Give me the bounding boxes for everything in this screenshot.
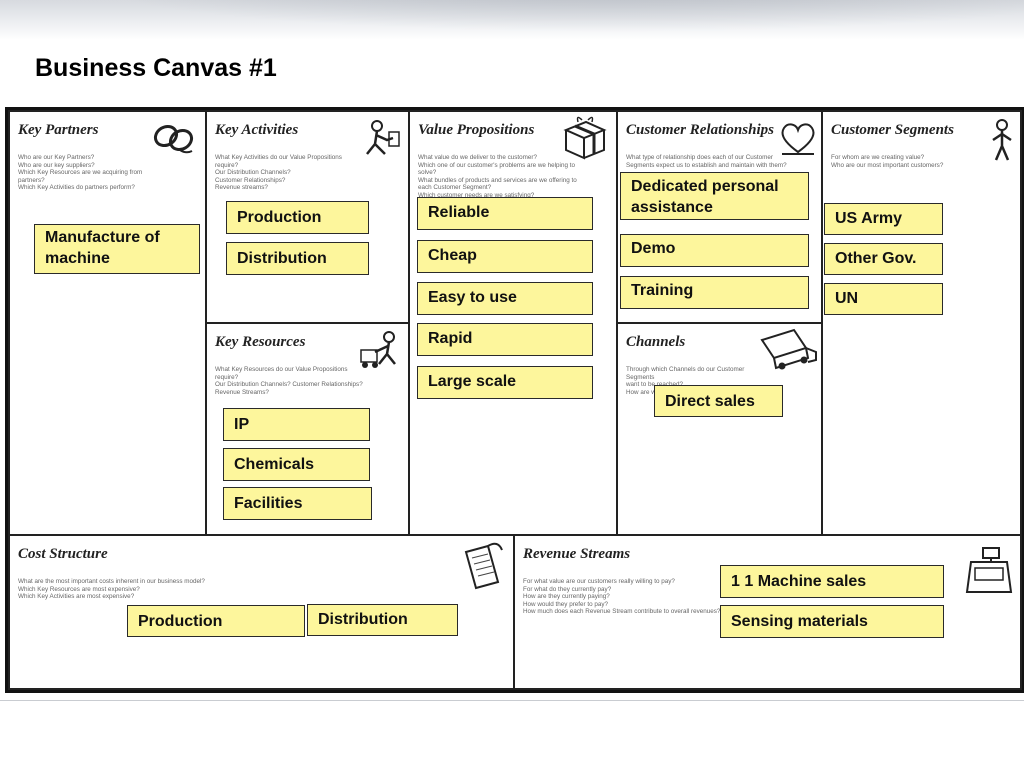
block-title: Key Activities — [215, 122, 299, 138]
block-channels: Channels Through which Channels do our C… — [616, 322, 823, 536]
note-demo: Demo — [620, 234, 809, 267]
forklift-worker-icon — [360, 331, 396, 368]
block-title: Key Partners — [18, 122, 99, 138]
note-cost-distribution: Distribution — [307, 604, 458, 636]
person-icon — [992, 119, 1012, 161]
note-ip: IP — [223, 408, 370, 441]
block-questions: What type of relationship does each of o… — [626, 154, 787, 169]
heart-icon — [781, 123, 815, 155]
note-facilities: Facilities — [223, 487, 372, 520]
block-questions: For whom are we creating value? Who are … — [831, 154, 944, 169]
block-questions: For what value are our customers really … — [523, 578, 721, 616]
block-title: Customer Relationships — [626, 122, 774, 138]
note-un: UN — [824, 283, 943, 315]
block-questions: Who are our Key Partners? Who are our ke… — [18, 154, 143, 192]
note-dedicated-personal-assistance: Dedicated personal assistance — [620, 172, 809, 220]
note-direct-sales: Direct sales — [654, 385, 783, 417]
note-easy-to-use: Easy to use — [417, 282, 593, 315]
slide-title: Business Canvas #1 — [35, 54, 277, 82]
note-distribution: Distribution — [226, 242, 369, 275]
note-machine-sales: 1 1 Machine sales — [720, 565, 944, 598]
block-key-partners: Key Partners Who are our Key Partners? W… — [8, 110, 207, 536]
delivery-truck-icon — [760, 328, 817, 370]
note-reliable: Reliable — [417, 197, 593, 230]
note-chemicals: Chemicals — [223, 448, 370, 481]
note-sensing-materials: Sensing materials — [720, 605, 944, 638]
block-title: Cost Structure — [18, 546, 108, 562]
note-other-gov: Other Gov. — [824, 243, 943, 275]
chain-link-icon — [153, 124, 194, 154]
header-band — [0, 0, 1024, 40]
cash-register-icon — [965, 547, 1013, 593]
note-rapid: Rapid — [417, 323, 593, 356]
note-cost-production: Production — [127, 605, 305, 637]
footer-divider — [0, 700, 1024, 701]
block-title: Channels — [626, 334, 686, 350]
gift-box-icon — [563, 116, 607, 160]
block-customer-segments: Customer Segments For whom are we creati… — [821, 110, 1022, 536]
block-title: Key Resources — [215, 334, 306, 350]
block-questions: What Key Resources do our Value Proposit… — [215, 366, 363, 396]
block-title: Value Propositions — [418, 122, 535, 138]
note-training: Training — [620, 276, 809, 309]
note-production: Production — [226, 201, 369, 234]
worker-icon — [366, 120, 400, 155]
block-questions: What Key Activities do our Value Proposi… — [215, 154, 342, 192]
note-cheap: Cheap — [417, 240, 593, 273]
block-title: Revenue Streams — [523, 546, 631, 562]
block-questions: What are the most important costs inhere… — [18, 578, 205, 601]
note-large-scale: Large scale — [417, 366, 593, 399]
note-manufacture-of-machine: Manufacture of machine — [34, 224, 200, 274]
note-us-army: US Army — [824, 203, 943, 235]
block-questions: What value do we deliver to the customer… — [418, 154, 577, 199]
receipt-pages-icon — [464, 542, 503, 590]
block-title: Customer Segments — [831, 122, 954, 138]
